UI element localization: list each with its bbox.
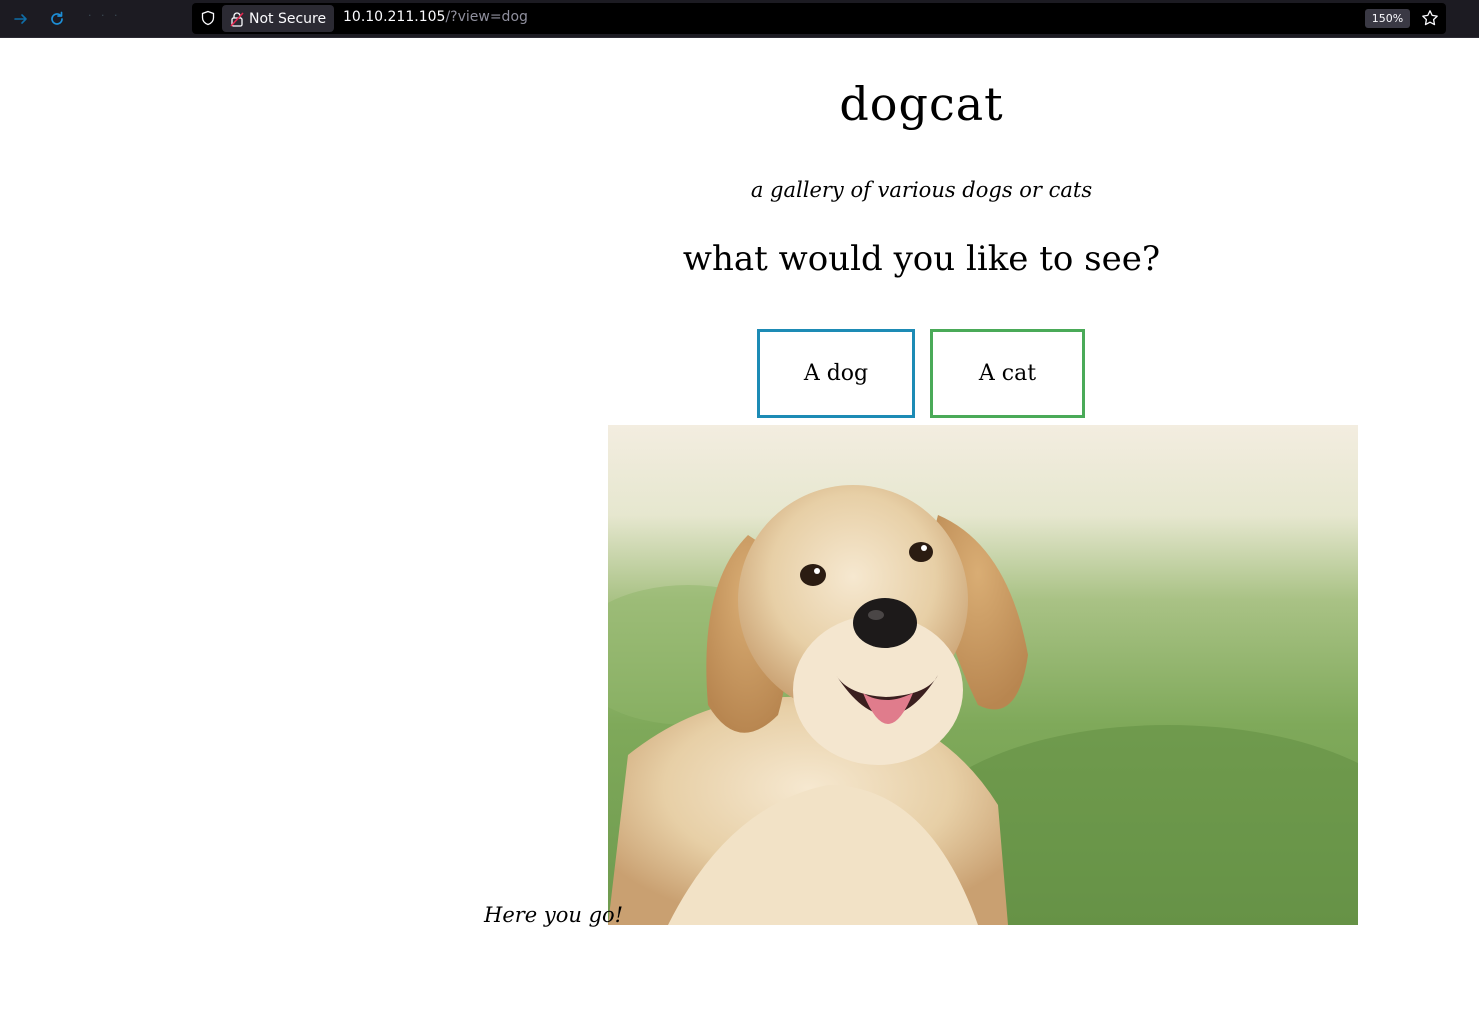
lock-icon: [230, 11, 244, 27]
question-heading: what would you like to see?: [682, 239, 1161, 279]
zoom-indicator[interactable]: 150%: [1365, 9, 1410, 28]
dog-button[interactable]: A dog: [757, 329, 915, 418]
security-indicator[interactable]: Not Secure: [222, 5, 334, 32]
url-bar[interactable]: Not Secure 10.10.211.105/?view=dog 150%: [192, 3, 1446, 34]
url-path: /?view=dog: [445, 9, 528, 25]
forward-arrow-icon[interactable]: [9, 7, 33, 31]
page-subtitle: a gallery of various dogs or cats: [750, 178, 1093, 202]
star-icon[interactable]: [1421, 9, 1439, 27]
cat-button[interactable]: A cat: [930, 329, 1085, 418]
security-label: Not Secure: [249, 10, 327, 27]
page-title: dogcat: [839, 77, 1004, 131]
url-host: 10.10.211.105: [343, 9, 446, 25]
reload-icon[interactable]: [45, 7, 69, 31]
url-text[interactable]: 10.10.211.105/?view=dog: [343, 9, 528, 25]
dog-image: [608, 425, 1358, 925]
toolbar-spacer: · · ·: [88, 9, 121, 22]
result-caption: Here you go!: [484, 903, 624, 927]
browser-toolbar: · · · Not Secure 10.10.211.105/?view=dog…: [0, 0, 1479, 38]
shield-icon[interactable]: [200, 10, 216, 26]
page-content: dogcat a gallery of various dogs or cats…: [0, 39, 1479, 1020]
